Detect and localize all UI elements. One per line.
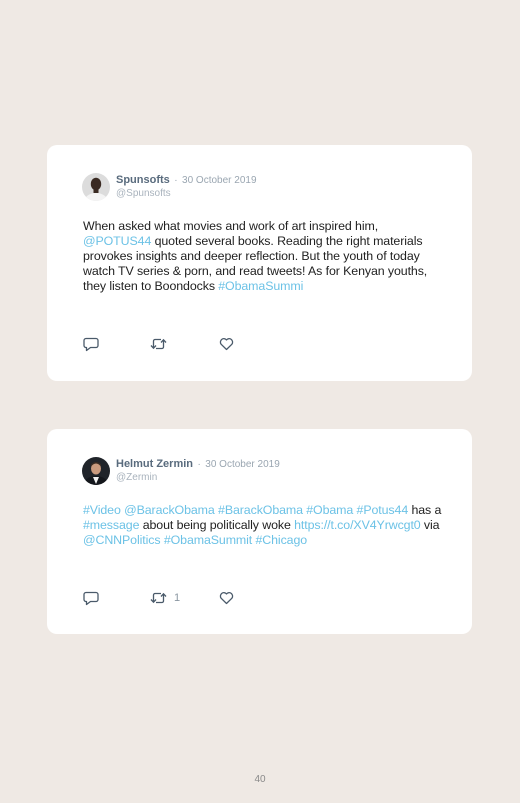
tweet-actions xyxy=(83,336,283,352)
reply-button[interactable] xyxy=(83,590,99,606)
avatar[interactable] xyxy=(82,457,110,485)
tweet-link[interactable]: #Video xyxy=(83,503,121,517)
tweet-link[interactable]: #BarackObama xyxy=(218,503,303,517)
tweet-text-segment: When asked what movies and work of art i… xyxy=(83,219,379,233)
reply-button[interactable] xyxy=(83,336,99,352)
separator: · xyxy=(197,459,201,470)
tweet-link[interactable]: @POTUS44 xyxy=(83,234,151,248)
retweet-icon xyxy=(150,338,167,350)
author-handle[interactable]: @Zermin xyxy=(116,471,280,484)
tweet-header: Spunsofts · 30 October 2019 @Spunsofts xyxy=(82,172,257,202)
tweet-date[interactable]: 30 October 2019 xyxy=(205,459,280,470)
tweet-link[interactable]: #Chicago xyxy=(256,533,308,547)
author-handle[interactable]: @Spunsofts xyxy=(116,187,257,200)
reply-icon xyxy=(83,591,99,605)
tweet-card: Helmut Zermin · 30 October 2019 @Zermin … xyxy=(47,429,472,634)
retweet-button[interactable] xyxy=(150,336,174,352)
separator: · xyxy=(174,175,178,186)
tweet-link[interactable]: @BarackObama xyxy=(124,503,215,517)
reply-icon xyxy=(83,337,99,351)
like-button[interactable] xyxy=(219,590,234,606)
tweet-card: Spunsofts · 30 October 2019 @Spunsofts W… xyxy=(47,145,472,381)
tweet-text: #Video @BarackObama #BarackObama #Obama … xyxy=(83,503,443,548)
tweet-header: Helmut Zermin · 30 October 2019 @Zermin xyxy=(82,456,280,486)
like-icon xyxy=(219,338,234,351)
tweet-link[interactable]: #ObamaSummi xyxy=(218,279,303,293)
retweet-icon xyxy=(150,592,167,604)
like-button[interactable] xyxy=(219,336,234,352)
tweet-link[interactable]: #ObamaSummit xyxy=(164,533,252,547)
tweet-link[interactable]: https://t.co/XV4Yrwcgt0 xyxy=(294,518,421,532)
retweet-count: 1 xyxy=(174,592,181,604)
author-name[interactable]: Helmut Zermin xyxy=(116,458,193,470)
tweet-text-segment: has a xyxy=(408,503,442,517)
tweet-link[interactable]: @CNNPolitics xyxy=(83,533,161,547)
tweet-text: When asked what movies and work of art i… xyxy=(83,219,443,294)
tweet-date[interactable]: 30 October 2019 xyxy=(182,175,257,186)
tweet-link[interactable]: #Potus44 xyxy=(357,503,409,517)
tweet-actions: 1 xyxy=(83,590,283,606)
tweet-text-segment: about being politically woke xyxy=(139,518,295,532)
retweet-button[interactable]: 1 xyxy=(150,590,180,606)
tweet-text-segment: via xyxy=(420,518,440,532)
author-name[interactable]: Spunsofts xyxy=(116,174,170,186)
like-icon xyxy=(219,592,234,605)
avatar[interactable] xyxy=(82,173,110,201)
tweet-link[interactable]: #message xyxy=(83,518,139,532)
page-number: 40 xyxy=(254,774,266,785)
tweet-link[interactable]: #Obama xyxy=(306,503,353,517)
